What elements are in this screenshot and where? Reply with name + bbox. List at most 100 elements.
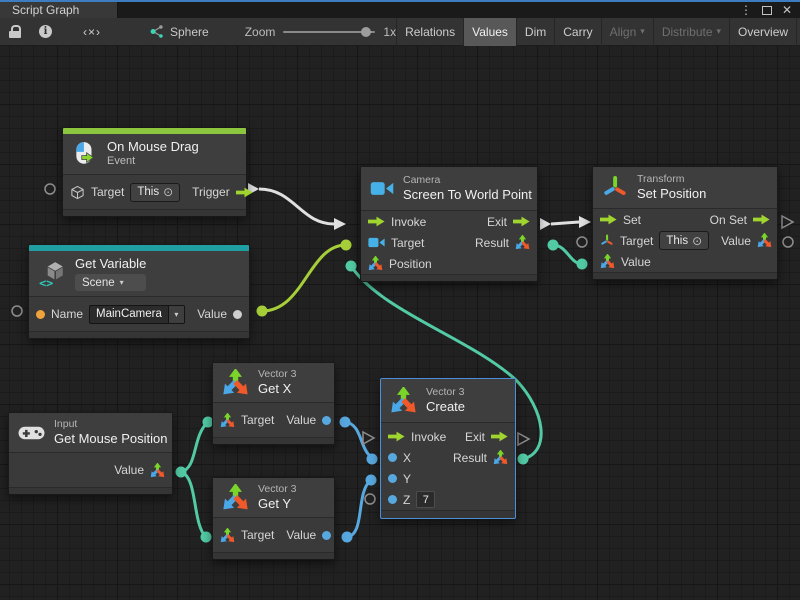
dim-button[interactable]: Dim <box>516 18 554 46</box>
float-port-dot[interactable] <box>322 416 331 425</box>
node-category: Transform <box>637 173 706 186</box>
panel-menu-icon[interactable]: ⋮ <box>740 2 752 18</box>
close-icon[interactable]: ✕ <box>782 2 792 18</box>
z-value-field[interactable]: 7 <box>416 491 435 508</box>
vector3-port-icon[interactable] <box>515 235 530 250</box>
full-screen-button[interactable]: Full Screen <box>796 18 800 46</box>
port-row: Target This⊙ Trigger <box>63 175 246 209</box>
node-get-y[interactable]: Vector 3 Get Y Target Value <box>212 477 335 560</box>
zoom-slider-handle[interactable] <box>361 27 371 37</box>
port-row: Value <box>593 251 777 272</box>
node-get-variable[interactable]: Get Variable Scene▾ Name MainCamera ▾ Va… <box>28 244 250 339</box>
info-icon[interactable]: i <box>30 18 61 46</box>
camera-port-icon[interactable] <box>368 237 385 248</box>
target-label: Target <box>241 413 274 427</box>
vector3-port-icon[interactable] <box>757 233 772 248</box>
flow-out-icon[interactable] <box>753 214 770 225</box>
lock-icon[interactable] <box>0 18 30 46</box>
value-label: Value <box>197 307 227 321</box>
variable-name-dropdown[interactable]: MainCamera ▾ <box>89 305 185 324</box>
node-footer <box>381 510 515 518</box>
code-toggle-icon[interactable]: ‹×› <box>61 18 123 46</box>
value-label: Value <box>286 528 316 542</box>
zoom-control: Zoom 1x <box>245 25 396 39</box>
relations-button[interactable]: Relations <box>396 18 463 46</box>
camera-icon <box>370 181 394 196</box>
target-label: Target <box>391 236 424 250</box>
values-button[interactable]: Values <box>463 18 516 46</box>
node-footer <box>29 331 249 338</box>
node-screen-to-world-point[interactable]: Camera Screen To World Point Invoke Exit… <box>360 166 538 282</box>
flow-in-icon[interactable] <box>368 216 385 227</box>
distribute-button[interactable]: Distribute▾ <box>653 18 729 46</box>
node-subtitle: Event <box>107 155 199 169</box>
vector3-port-icon[interactable] <box>150 463 165 478</box>
node-on-mouse-drag[interactable]: On Mouse Drag Event Target This⊙ Trigger <box>62 127 247 217</box>
port-row: Set On Set <box>593 209 777 230</box>
node-footer <box>9 487 172 494</box>
result-label: Result <box>475 236 509 250</box>
script-graph-window: Script Graph ⋮ ✕ i ‹×› Sphere Zoom 1x Re… <box>0 0 800 600</box>
vector3-port-icon[interactable] <box>600 254 615 269</box>
overview-button[interactable]: Overview <box>729 18 796 46</box>
vector3-port-icon[interactable] <box>220 413 235 428</box>
zoom-slider[interactable] <box>283 26 375 38</box>
align-button[interactable]: Align▾ <box>601 18 653 46</box>
flow-out-icon[interactable] <box>236 187 253 198</box>
node-get-x[interactable]: Vector 3 Get X Target Value <box>212 362 335 445</box>
float-port-dot[interactable] <box>388 474 397 483</box>
node-footer <box>213 437 334 444</box>
port-row: Position <box>361 253 537 274</box>
flow-out-icon[interactable] <box>513 216 530 227</box>
zoom-label: Zoom <box>245 25 276 39</box>
flow-out-icon[interactable] <box>491 431 508 442</box>
node-category: Vector 3 <box>258 368 297 381</box>
graph-icon <box>149 24 164 39</box>
chevron-down-icon: ▾ <box>640 26 645 37</box>
maximize-icon[interactable] <box>762 6 772 15</box>
node-set-position[interactable]: Transform Set Position Set On Set Target… <box>592 166 778 280</box>
port-row: Name MainCamera ▾ Value <box>29 297 249 331</box>
transform-port-icon[interactable] <box>600 234 614 248</box>
vector3-port-icon[interactable] <box>220 528 235 543</box>
exit-label: Exit <box>487 215 507 229</box>
flow-in-icon[interactable] <box>600 214 617 225</box>
chevron-down-icon: ▾ <box>120 278 124 288</box>
port-row: Value <box>9 453 172 487</box>
port-row: Target This⊙ Value <box>593 230 777 251</box>
this-chip[interactable]: This⊙ <box>130 183 180 202</box>
string-port-dot[interactable] <box>36 310 45 319</box>
carry-button[interactable]: Carry <box>554 18 600 46</box>
graph-toolbar: i ‹×› Sphere Zoom 1x Relations Values Di… <box>0 18 800 46</box>
float-port-dot[interactable] <box>388 495 397 504</box>
vector3-port-icon[interactable] <box>493 450 508 465</box>
this-chip[interactable]: This⊙ <box>659 231 709 250</box>
vector3-port-icon[interactable] <box>368 256 383 271</box>
value-label: Value <box>114 463 144 477</box>
node-vector3-create[interactable]: Vector 3 Create Invoke Exit X Result <box>380 378 516 519</box>
node-footer <box>213 552 334 559</box>
node-title: Get Y <box>258 496 297 512</box>
value-in-label: Value <box>621 255 651 269</box>
unity-variable-icon <box>38 260 66 288</box>
chevron-down-icon: ▾ <box>174 310 178 319</box>
float-port-dot[interactable] <box>322 531 331 540</box>
graph-name: Sphere <box>170 25 209 39</box>
float-port-dot[interactable] <box>388 453 397 462</box>
variable-scope-dropdown[interactable]: Scene▾ <box>75 274 146 291</box>
flow-in-icon[interactable] <box>388 431 405 442</box>
port-row: Y <box>381 468 515 489</box>
tab-bar: Script Graph ⋮ ✕ <box>0 0 800 18</box>
port-row: Invoke Exit <box>361 211 537 232</box>
chevron-down-icon: ▾ <box>717 26 722 37</box>
node-get-mouse-position[interactable]: Input Get Mouse Position Value <box>8 412 173 495</box>
graph-selector[interactable]: Sphere <box>139 24 219 39</box>
port-row: Target Value <box>213 403 334 437</box>
set-label: Set <box>623 213 641 227</box>
value-port-dot[interactable] <box>233 310 242 319</box>
node-title: Screen To World Point <box>403 187 532 203</box>
target-label: Target <box>620 234 653 248</box>
node-category: Vector 3 <box>258 483 297 496</box>
tab-script-graph[interactable]: Script Graph <box>0 2 118 18</box>
value-label: Value <box>286 413 316 427</box>
